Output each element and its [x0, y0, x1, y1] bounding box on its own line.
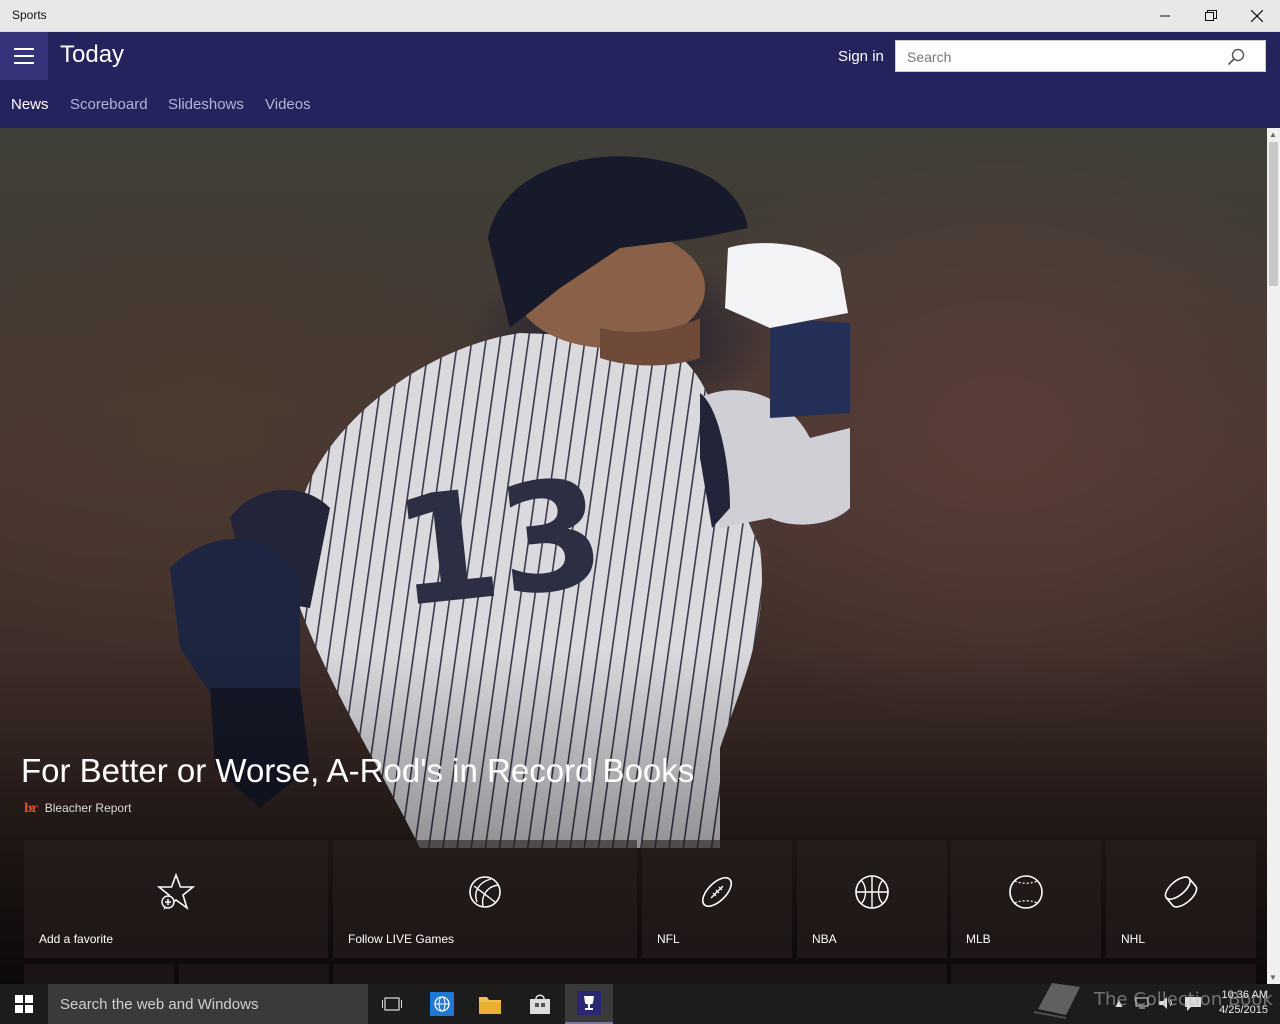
hamburger-menu-button[interactable] — [0, 32, 48, 80]
scroll-thumb[interactable] — [1269, 142, 1278, 286]
tab-scoreboard[interactable]: Scoreboard — [70, 96, 148, 113]
star-add-icon — [156, 872, 196, 911]
vertical-scrollbar[interactable]: ▲ ▼ — [1267, 128, 1280, 984]
taskbar-browser[interactable] — [418, 984, 466, 1024]
hero-story[interactable]: 13 For Better or Worse, A-Rod's in Recor… — [0, 128, 1267, 984]
tile-partial[interactable] — [24, 964, 174, 984]
search-icon[interactable] — [1227, 48, 1245, 66]
tile-label: MLB — [966, 932, 991, 946]
store-icon — [530, 994, 550, 1014]
watermark-text: The Collection Book — [1094, 988, 1273, 1010]
taskbar-search[interactable]: Search the web and Windows — [48, 984, 368, 1024]
tile-nhl[interactable]: NHL — [1106, 840, 1256, 958]
sign-in-link[interactable]: Sign in — [838, 48, 884, 65]
hamburger-icon — [14, 48, 34, 50]
football-icon — [701, 876, 733, 908]
window-title: Sports — [12, 8, 47, 22]
watermark: The Collection Book — [1030, 974, 1273, 1024]
start-button[interactable] — [0, 984, 48, 1024]
task-view-button[interactable] — [368, 984, 416, 1024]
tile-label: NHL — [1121, 932, 1146, 946]
minimize-button[interactable] — [1142, 0, 1188, 32]
tab-news[interactable]: News — [11, 96, 49, 113]
search-input[interactable] — [907, 47, 1207, 67]
tab-slideshows[interactable]: Slideshows — [168, 96, 244, 113]
close-button[interactable] — [1234, 0, 1280, 32]
app-header: Today Sign in News Scoreboard Slideshows… — [0, 32, 1280, 128]
hero-source-name: Bleacher Report — [44, 801, 132, 815]
scroll-up-icon[interactable]: ▲ — [1269, 130, 1277, 139]
tab-videos[interactable]: Videos — [265, 96, 311, 113]
window-titlebar: Sports — [0, 0, 1280, 32]
tile-nba[interactable]: NBA — [797, 840, 947, 958]
restore-icon — [1205, 10, 1217, 21]
tile-label: NBA — [812, 932, 837, 946]
taskbar-file-explorer[interactable] — [466, 984, 514, 1024]
tile-label: Add a favorite — [39, 932, 114, 946]
restore-button[interactable] — [1188, 0, 1234, 32]
taskbar-search-text: Search the web and Windows — [60, 996, 259, 1013]
folder-icon — [479, 997, 501, 1014]
book-icon — [1034, 983, 1080, 1019]
svg-text:13: 13 — [386, 447, 612, 642]
tile-partial[interactable] — [333, 964, 947, 984]
page-title: Today — [60, 41, 125, 68]
taskbar-store[interactable] — [516, 984, 564, 1024]
minimize-icon — [1160, 15, 1170, 17]
tile-nfl[interactable]: NFL — [642, 840, 792, 958]
hero-source[interactable]: br Bleacher Report — [24, 801, 131, 815]
basketball-icon — [855, 875, 889, 909]
tile-mlb[interactable]: MLB — [951, 840, 1101, 958]
windows-logo-icon — [15, 995, 33, 1013]
tile-add-favorite[interactable]: Add a favorite — [24, 840, 328, 958]
tile-partial[interactable] — [179, 964, 329, 984]
tile-label: NFL — [657, 932, 680, 946]
trophy-icon — [577, 991, 601, 1015]
tile-label: Follow LIVE Games — [348, 932, 455, 946]
baseball-icon — [1009, 875, 1043, 909]
hero-headline[interactable]: For Better or Worse, A-Rod's in Record B… — [21, 752, 694, 790]
close-icon — [1251, 10, 1263, 22]
tile-follow-live-games[interactable]: Follow LIVE Games — [333, 840, 637, 958]
taskbar-sports-app[interactable] — [565, 984, 613, 1024]
hockey-puck-icon — [1164, 876, 1198, 908]
bleacher-report-logo: br — [24, 801, 38, 815]
search-box[interactable] — [895, 40, 1266, 72]
sports-balls-icon — [469, 876, 501, 908]
browser-icon — [430, 992, 454, 1016]
task-view-icon — [382, 997, 402, 1011]
